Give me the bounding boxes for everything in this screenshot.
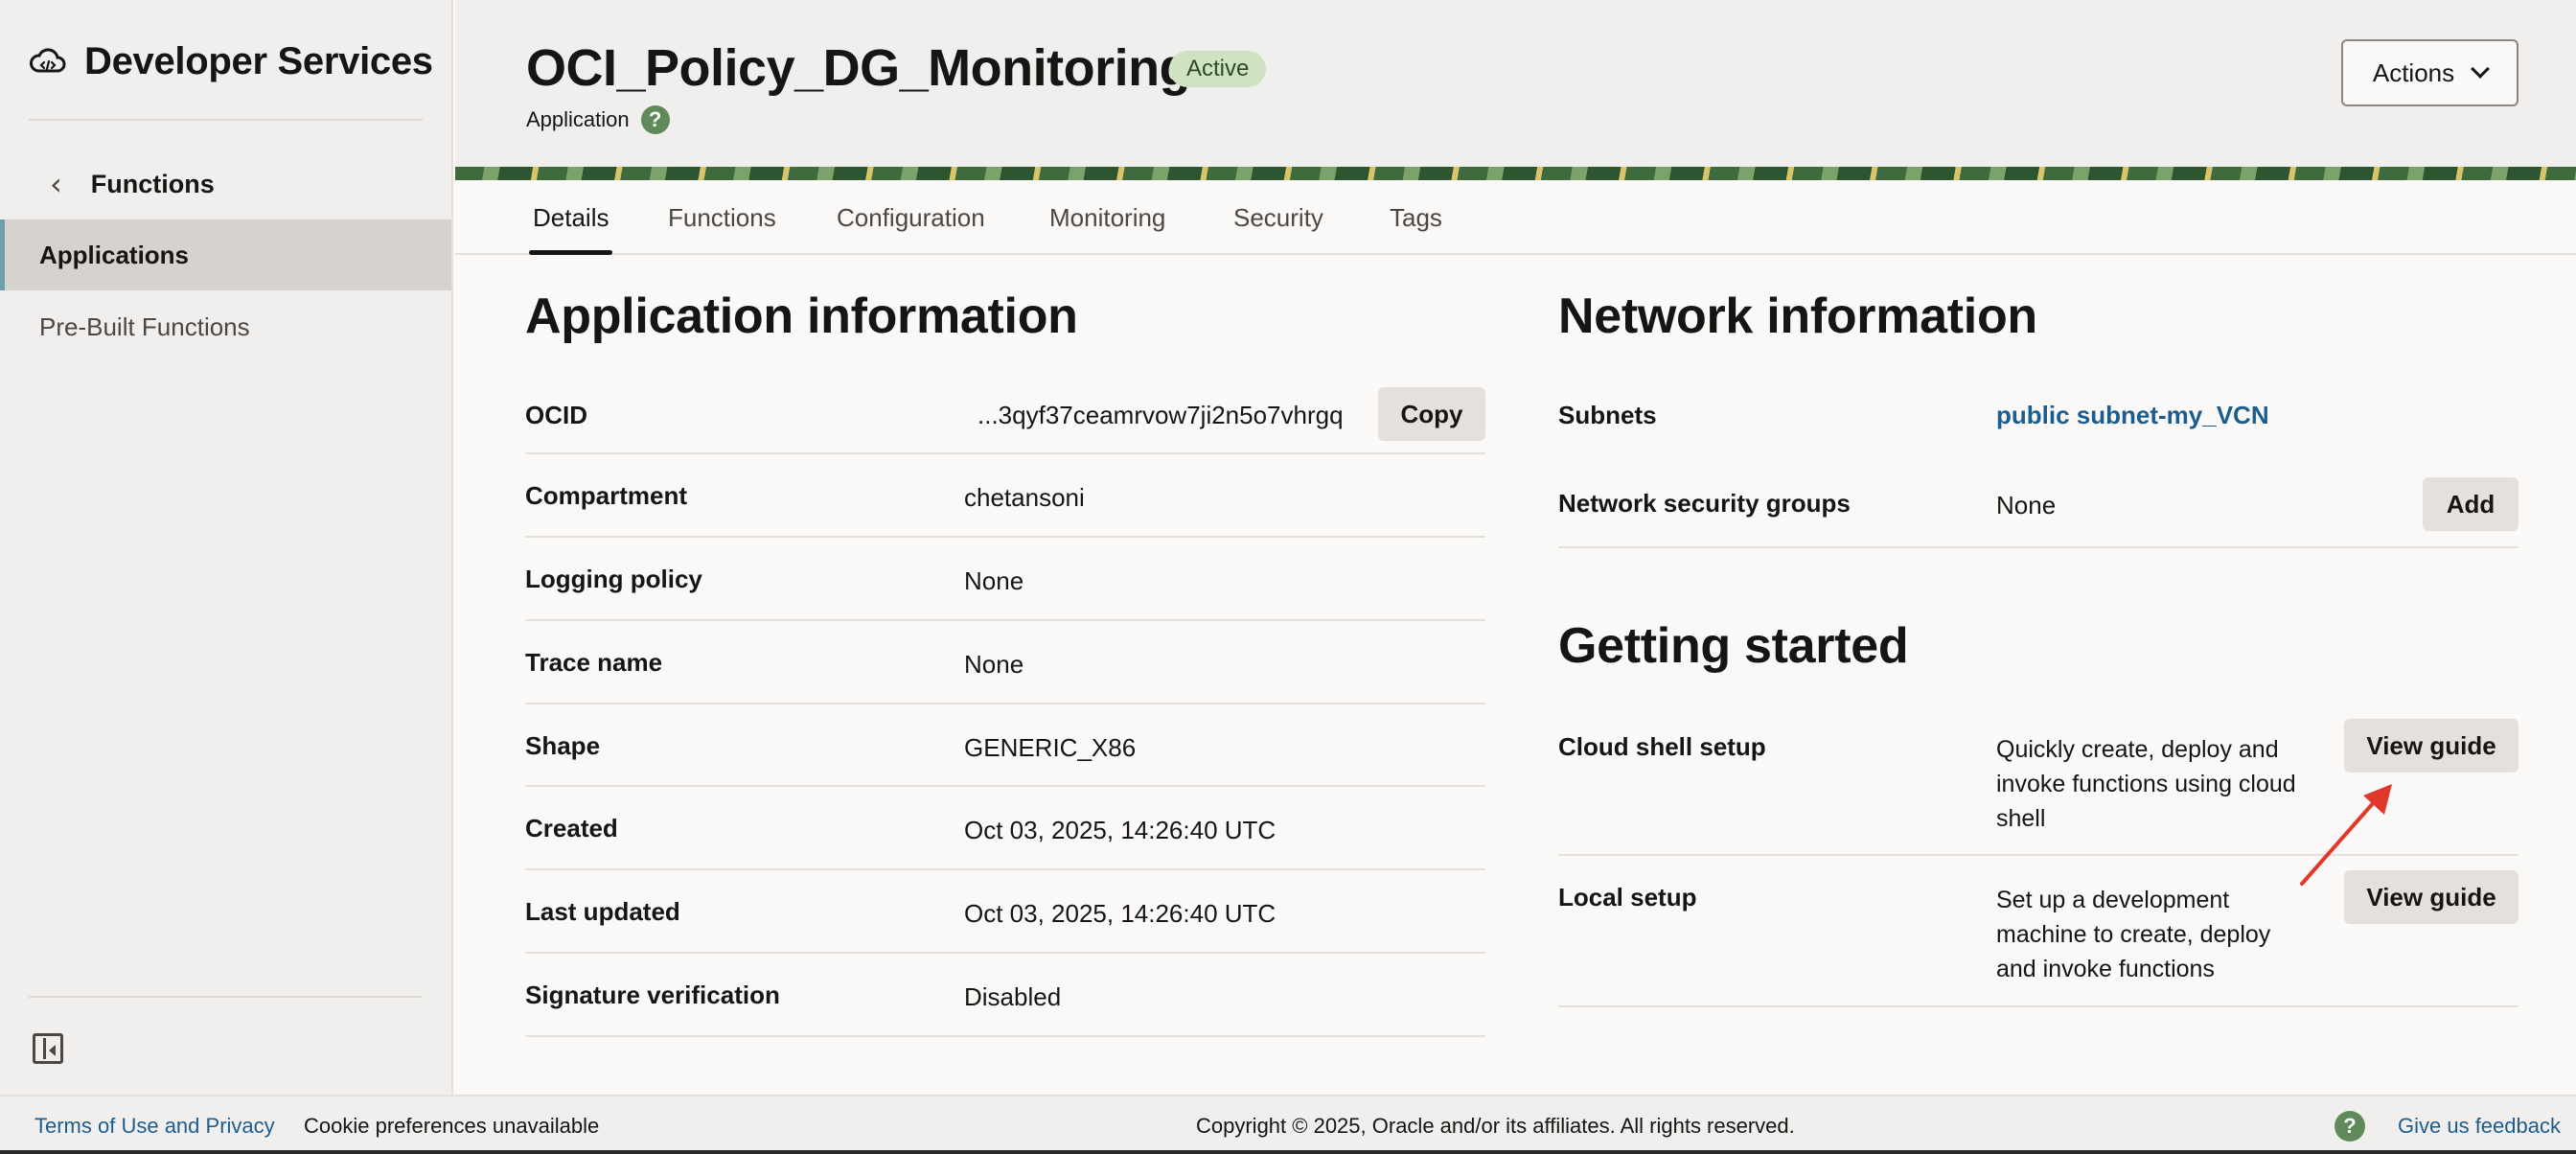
network-row-nsg: Network security groups None Add <box>1558 454 2518 548</box>
subtitle-text: Application <box>526 107 630 131</box>
local-setup-description: Set up a development machine to create, … <box>1996 883 2270 986</box>
back-to-functions-link[interactable]: ‹ Functions <box>50 161 215 207</box>
row-label: Shape <box>525 731 601 760</box>
row-value: Oct 03, 2025, 14:26:40 UTC <box>964 816 1276 844</box>
page-title: OCI_Policy_DG_Monitoring <box>526 39 1191 97</box>
actions-label: Actions <box>2372 58 2455 87</box>
row-label: Local setup <box>1558 883 1697 912</box>
status-badge: Active <box>1169 51 1267 87</box>
description-line: and invoke functions <box>1996 956 2215 982</box>
network-row-subnets: Subnets public subnet-my_VCN <box>1558 378 2518 454</box>
tab-bar: Details Functions Configuration Monitori… <box>455 180 2576 255</box>
window-bottom-edge <box>0 1150 2576 1154</box>
cloud-shell-description: Quickly create, deploy and invoke functi… <box>1996 732 2296 836</box>
row-label: Subnets <box>1558 401 1657 429</box>
copy-button[interactable]: Copy <box>1378 387 1485 441</box>
info-row-logging-policy: Logging policy None <box>525 538 1485 621</box>
help-icon[interactable]: ? <box>640 105 670 134</box>
info-row-compartment: Compartment chetansoni <box>525 454 1485 538</box>
row-label: Logging policy <box>525 565 702 593</box>
description-line: machine to create, deploy <box>1996 921 2271 948</box>
annotation-arrow-icon <box>2300 784 2392 886</box>
back-label: Functions <box>90 169 215 198</box>
sidebar-item-pre-built-functions[interactable]: Pre-Built Functions <box>0 291 451 362</box>
brand-title: Developer Services <box>84 39 433 82</box>
row-value: Oct 03, 2025, 14:26:40 UTC <box>964 899 1276 928</box>
description-line: invoke functions using cloud <box>1996 771 2296 797</box>
cookie-preferences: Cookie preferences unavailable <box>304 1114 600 1138</box>
header-banner <box>455 167 2576 180</box>
info-row-trace-name: Trace name None <box>525 621 1485 704</box>
row-label: Created <box>525 814 618 842</box>
description-line: shell <box>1996 805 2046 832</box>
row-label: Trace name <box>525 648 663 677</box>
sidebar: Developer Services ‹ Functions Applicati… <box>0 0 453 1095</box>
feedback-link[interactable]: Give us feedback <box>2398 1114 2561 1139</box>
actions-button[interactable]: Actions <box>2341 39 2518 106</box>
row-label: Network security groups <box>1558 489 1851 518</box>
cloud-code-icon <box>30 48 66 73</box>
tab-monitoring[interactable]: Monitoring <box>1049 180 1165 255</box>
row-value: GENERIC_X86 <box>964 733 1137 762</box>
info-row-last-updated: Last updated Oct 03, 2025, 14:26:40 UTC <box>525 870 1485 954</box>
sidebar-divider <box>29 996 423 998</box>
description-line: Quickly create, deploy and <box>1996 736 2279 763</box>
terms-link[interactable]: Terms of Use and Privacy <box>34 1114 275 1139</box>
row-value: None <box>1996 491 2057 519</box>
row-value: None <box>964 566 1024 595</box>
tab-functions[interactable]: Functions <box>668 180 776 255</box>
tab-security[interactable]: Security <box>1233 180 1323 255</box>
sidebar-item-label: Applications <box>39 240 190 269</box>
row-label: Last updated <box>525 897 680 926</box>
row-value: None <box>964 650 1024 679</box>
tab-tags[interactable]: Tags <box>1390 180 1442 255</box>
page-subtitle: Application ? <box>526 105 670 134</box>
chevron-down-icon <box>2471 59 2491 79</box>
help-icon[interactable]: ? <box>2334 1111 2365 1142</box>
tab-configuration[interactable]: Configuration <box>837 180 985 255</box>
tab-details[interactable]: Details <box>528 180 613 255</box>
collapse-sidebar-icon[interactable] <box>33 1033 63 1064</box>
sidebar-item-label: Pre-Built Functions <box>39 312 250 341</box>
sidebar-item-applications[interactable]: Applications <box>0 219 451 290</box>
page-header: OCI_Policy_DG_Monitoring Active Applicat… <box>455 0 2576 167</box>
copyright: Copyright © 2025, Oracle and/or its affi… <box>1196 1114 1795 1138</box>
info-row-shape: Shape GENERIC_X86 <box>525 704 1485 787</box>
add-nsg-button[interactable]: Add <box>2423 477 2518 531</box>
description-line: Set up a development <box>1996 887 2230 913</box>
sidebar-divider <box>29 119 423 121</box>
row-label: Compartment <box>525 481 688 510</box>
row-value: chetansoni <box>964 483 1085 512</box>
row-label: Cloud shell setup <box>1558 732 1766 761</box>
subnet-link[interactable]: public subnet-my_VCN <box>1996 401 2269 430</box>
chevron-left-icon: ‹ <box>50 166 62 202</box>
getting-started-title: Getting started <box>1558 618 1909 674</box>
view-guide-cloud-shell-button[interactable]: View guide <box>2344 719 2518 773</box>
info-row-ocid: OCID ...3qyf37ceamrvow7ji2n5o7vhrgq Copy <box>525 378 1485 454</box>
network-info-title: Network information <box>1558 288 2037 344</box>
row-label: Signature verification <box>525 981 780 1009</box>
ocid-value: ...3qyf37ceamrvow7ji2n5o7vhrgq <box>978 401 1344 429</box>
brand: Developer Services <box>29 35 433 88</box>
info-row-created: Created Oct 03, 2025, 14:26:40 UTC <box>525 787 1485 870</box>
footer: Terms of Use and Privacy Cookie preferen… <box>0 1095 2576 1154</box>
application-info-title: Application information <box>525 288 1078 344</box>
info-row-signature-verification: Signature verification Disabled <box>525 954 1485 1037</box>
row-label: OCID <box>525 401 587 429</box>
row-value: Disabled <box>964 982 1062 1011</box>
